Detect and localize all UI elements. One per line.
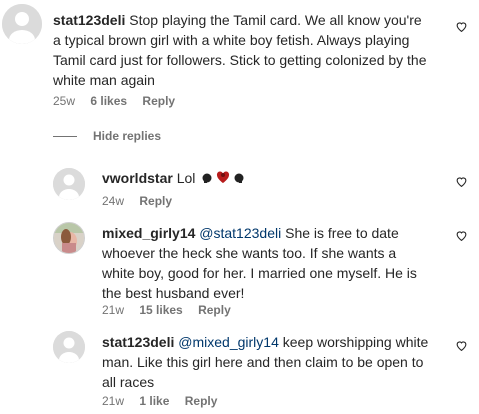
- comment-username[interactable]: stat123deli: [53, 12, 125, 28]
- reply-username[interactable]: stat123deli: [102, 334, 174, 350]
- avatar[interactable]: [53, 222, 85, 254]
- reply-mention[interactable]: @mixed_girly14: [178, 334, 279, 350]
- comment-meta: 25w 6 likes Reply: [53, 93, 187, 109]
- reply-username[interactable]: mixed_girly14: [102, 225, 195, 241]
- reply-meta: 21w 15 likes Reply: [102, 302, 243, 318]
- comment-time[interactable]: 25w: [53, 94, 75, 108]
- reply-body: stat123deli @mixed_girly14 keep worshipp…: [102, 332, 432, 392]
- reply-time[interactable]: 21w: [102, 394, 124, 408]
- reply-meta: 21w 1 like Reply: [102, 393, 229, 409]
- like-heart-icon[interactable]: [455, 175, 468, 188]
- comment-body: stat123deli Stop playing the Tamil card.…: [53, 10, 433, 90]
- default-avatar-icon: [53, 331, 85, 363]
- reply-reply-button[interactable]: Reply: [185, 394, 218, 408]
- reply-reply-button[interactable]: Reply: [139, 194, 172, 208]
- reply-likes[interactable]: 15 likes: [139, 303, 182, 317]
- reply-time[interactable]: 24w: [102, 194, 124, 208]
- like-heart-icon[interactable]: [455, 339, 468, 352]
- reply-text: Lol: [176, 170, 196, 186]
- avatar[interactable]: [2, 4, 42, 44]
- avatar[interactable]: [53, 331, 85, 363]
- like-heart-icon[interactable]: [455, 20, 468, 33]
- avatar[interactable]: [53, 168, 85, 200]
- reply-body: mixed_girly14 @stat123deli She is free t…: [102, 223, 432, 303]
- reply-reply-button[interactable]: Reply: [198, 303, 231, 317]
- default-avatar-icon: [53, 168, 85, 200]
- reply-username[interactable]: vworldstar: [102, 170, 173, 186]
- hide-replies-divider: [53, 136, 77, 137]
- punch-emoji-icon: [201, 169, 213, 189]
- reply-time[interactable]: 21w: [102, 303, 124, 317]
- reply-mention[interactable]: @stat123deli: [199, 225, 281, 241]
- poop-heart-emoji-icon: [215, 169, 231, 189]
- comment-reply-button[interactable]: Reply: [142, 94, 175, 108]
- comment-likes[interactable]: 6 likes: [90, 94, 127, 108]
- reply-likes[interactable]: 1 like: [139, 394, 169, 408]
- punch-emoji-icon: [233, 169, 245, 189]
- hide-replies-button[interactable]: Hide replies: [93, 128, 161, 144]
- reply-meta: 24w Reply: [102, 193, 184, 209]
- like-heart-icon[interactable]: [455, 229, 468, 242]
- reply-body: vworldstar Lol: [102, 168, 432, 189]
- default-avatar-icon: [2, 4, 42, 44]
- profile-photo-icon: [54, 223, 84, 253]
